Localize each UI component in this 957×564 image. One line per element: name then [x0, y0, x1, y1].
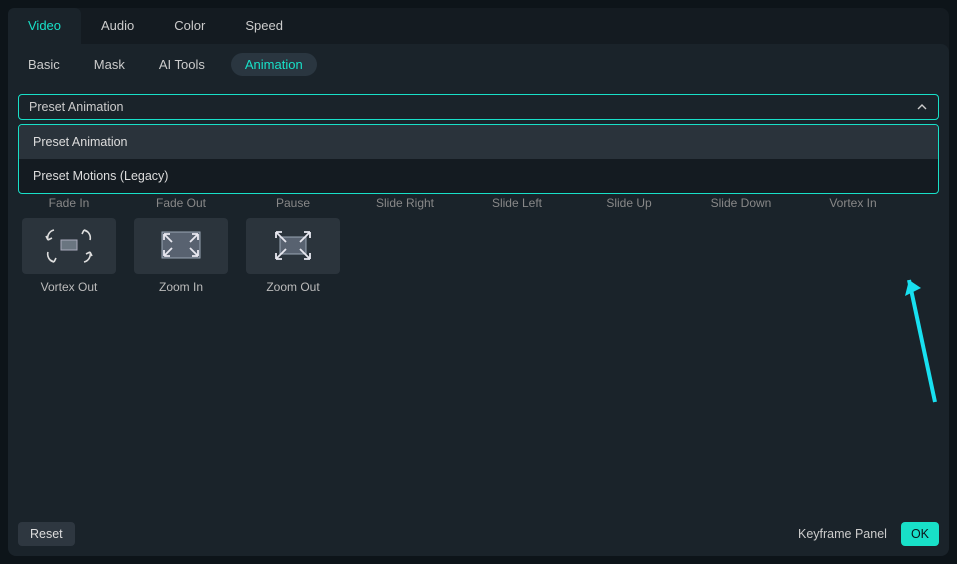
tab-color[interactable]: Color	[154, 8, 225, 44]
dropdown-option-preset-motions-legacy[interactable]: Preset Motions (Legacy)	[19, 159, 938, 193]
preset-label-slide-right: Slide Right	[358, 196, 452, 210]
preset-label-vortex-out: Vortex Out	[41, 280, 98, 294]
inspector-panel: Video Audio Color Speed Basic Mask AI To…	[8, 8, 949, 556]
preset-label-zoom-out: Zoom Out	[266, 280, 319, 294]
preset-row-1-labels: Fade In Fade Out Pause Slide Right Slide…	[18, 196, 939, 210]
zoom-in-icon	[134, 218, 228, 274]
preset-dropdown-list: Preset Animation Preset Motions (Legacy)	[18, 124, 939, 194]
subtab-basic[interactable]: Basic	[20, 53, 68, 76]
preset-label-vortex-in: Vortex In	[806, 196, 900, 210]
sub-tabs: Basic Mask AI Tools Animation	[8, 44, 949, 84]
content-area: Preset Animation Preset Animation Preset…	[8, 84, 949, 556]
preset-label-slide-down: Slide Down	[694, 196, 788, 210]
preset-zoom-in[interactable]: Zoom In	[134, 218, 228, 294]
preset-dropdown-header[interactable]: Preset Animation	[18, 94, 939, 120]
preset-label-fade-out: Fade Out	[134, 196, 228, 210]
preset-zoom-out[interactable]: Zoom Out	[246, 218, 340, 294]
keyframe-panel-link[interactable]: Keyframe Panel	[798, 527, 887, 541]
tab-video[interactable]: Video	[8, 8, 81, 44]
preset-label-zoom-in: Zoom In	[159, 280, 203, 294]
tab-audio[interactable]: Audio	[81, 8, 154, 44]
reset-button[interactable]: Reset	[18, 522, 75, 546]
subtab-animation[interactable]: Animation	[231, 53, 317, 76]
preset-vortex-out[interactable]: Vortex Out	[22, 218, 116, 294]
preset-label-fade-in: Fade In	[22, 196, 116, 210]
zoom-out-icon	[246, 218, 340, 274]
vortex-out-icon	[22, 218, 116, 274]
footer: Reset Keyframe Panel OK	[18, 522, 939, 546]
preset-label-pause: Pause	[246, 196, 340, 210]
subtab-mask[interactable]: Mask	[86, 53, 133, 76]
dropdown-option-preset-animation[interactable]: Preset Animation	[19, 125, 938, 159]
preset-dropdown: Preset Animation Preset Animation Preset…	[18, 94, 939, 120]
ok-button[interactable]: OK	[901, 522, 939, 546]
top-tabs: Video Audio Color Speed	[8, 8, 949, 44]
footer-right: Keyframe Panel OK	[798, 522, 939, 546]
tab-speed[interactable]: Speed	[225, 8, 303, 44]
preset-label-slide-up: Slide Up	[582, 196, 676, 210]
preset-dropdown-value: Preset Animation	[29, 100, 124, 114]
chevron-up-icon	[916, 101, 928, 113]
preset-label-slide-left: Slide Left	[470, 196, 564, 210]
preset-row-2: Vortex Out Zoom In	[18, 218, 939, 294]
subtab-ai-tools[interactable]: AI Tools	[151, 53, 213, 76]
